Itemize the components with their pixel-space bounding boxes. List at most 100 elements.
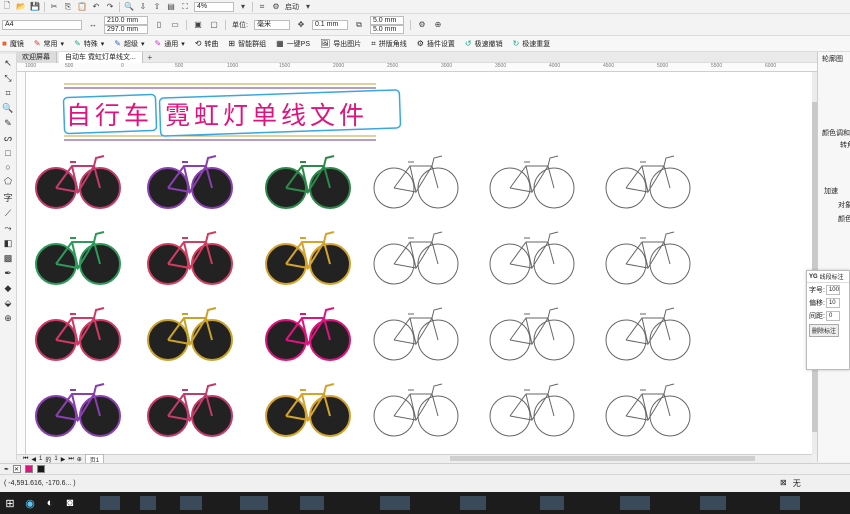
taskbar-app-icon[interactable]	[540, 496, 564, 510]
plugin-item-export[interactable]: 🖼 导出图片	[320, 39, 361, 49]
plugin-item-cropmark[interactable]: ⌗ 拼版角线	[371, 39, 407, 49]
copy-icon[interactable]: ⎘	[63, 1, 73, 12]
taskbar-app-icon[interactable]	[240, 496, 268, 510]
docker-header[interactable]: 轮廓图	[822, 54, 843, 64]
smart-fill-icon[interactable]: ⬙	[2, 298, 15, 309]
new-file-icon[interactable]: 🗋	[2, 1, 12, 12]
text-tool-icon[interactable]: 字	[2, 191, 15, 204]
shadow-tool-icon[interactable]: ◧	[2, 238, 15, 249]
tab-welcome[interactable]: 欢迎屏幕	[16, 51, 57, 63]
canvas-title[interactable]: 自行车 霓虹灯单线文件	[66, 96, 368, 132]
ruler-tick: 3500	[495, 63, 507, 69]
eyedropper-tool-icon[interactable]: ✒	[2, 268, 15, 279]
tab-document[interactable]: 自动车 霓虹灯单线文...	[59, 51, 143, 63]
page-width-field[interactable]: 210.0 mm	[104, 15, 148, 25]
shape-tool-icon[interactable]: ⤡	[2, 73, 15, 84]
export-icon[interactable]: ⇧	[152, 1, 162, 12]
plugin-item-fast-undo[interactable]: ↺ 极速撤销	[465, 39, 503, 49]
current-page-icon[interactable]: ▢	[209, 19, 219, 30]
taskbar-app-icon[interactable]	[140, 496, 156, 510]
plugin-item-settings[interactable]: ⚙ 插件设置	[417, 39, 455, 49]
first-page-icon[interactable]: ⏮	[23, 456, 28, 463]
delete-mark-button[interactable]: 删除标注	[809, 324, 840, 337]
duplicate-x-field[interactable]: 5.0 mm	[369, 15, 404, 25]
taskbar-app-icon[interactable]	[300, 496, 324, 510]
launch-label[interactable]: 启动	[285, 2, 299, 12]
next-page-icon[interactable]: ▶	[61, 456, 66, 463]
browser-icon[interactable]: ◉	[20, 492, 40, 514]
units-select[interactable]: 毫米	[253, 19, 290, 30]
page-settings-icon[interactable]: ⚙	[417, 19, 427, 30]
font-size-field[interactable]: 100	[825, 284, 840, 295]
transparency-tool-icon[interactable]: ▩	[2, 253, 15, 264]
crop-tool-icon[interactable]: ⌗	[2, 88, 15, 99]
taskbar-app-icon[interactable]	[180, 496, 202, 510]
chevron-down-icon[interactable]: ▾	[303, 1, 313, 12]
portrait-icon[interactable]: ▯	[154, 19, 164, 30]
duplicate-y-field[interactable]: 5.0 mm	[369, 24, 404, 34]
plugin-item-convert[interactable]: ⟲ 转曲	[195, 39, 219, 49]
app-icon[interactable]: ◐	[40, 492, 60, 514]
spacing-field[interactable]: 0	[825, 310, 840, 321]
taskbar-app-icon[interactable]	[780, 496, 800, 510]
add-page-icon[interactable]: ⊕	[433, 19, 443, 30]
windows-start-icon[interactable]: ⊞	[0, 492, 20, 514]
add-tab-icon[interactable]: +	[145, 52, 155, 63]
taskbar-app-icon[interactable]	[100, 496, 120, 510]
ellipse-tool-icon[interactable]: ○	[2, 162, 15, 172]
save-icon[interactable]: 💾	[30, 1, 40, 12]
color-swatch[interactable]	[37, 465, 46, 473]
add-page-icon[interactable]: ⊕	[77, 456, 82, 463]
artistic-media-icon[interactable]: ᔕ	[2, 133, 15, 144]
parallel-dimension-icon[interactable]: ⟋	[2, 208, 15, 219]
color-swatch[interactable]	[25, 465, 34, 473]
open-file-icon[interactable]: 📂	[16, 1, 26, 12]
plugin-item-super[interactable]: ✎ 超级 ▾	[114, 39, 144, 49]
paper-size-select[interactable]: A4	[2, 19, 82, 30]
pick-tool-icon[interactable]: ↖	[2, 58, 15, 69]
last-page-icon[interactable]: ⏭	[68, 456, 73, 463]
taskbar-app-icon[interactable]	[380, 496, 410, 510]
prev-page-icon[interactable]: ◀	[31, 456, 36, 463]
paste-icon[interactable]: 📋	[77, 1, 87, 12]
freehand-tool-icon[interactable]: ✎	[2, 118, 15, 129]
drawing-canvas[interactable]: 自行车 霓虹灯单线文件	[26, 72, 812, 454]
zoom-tool-icon[interactable]: 🔍	[2, 103, 15, 114]
taskbar-app-icon[interactable]	[620, 496, 650, 510]
panel-title-bar[interactable]: YG 线段标注	[807, 271, 849, 283]
plugin-item-mirror[interactable]: ■ 魔镜	[2, 39, 24, 49]
polygon-tool-icon[interactable]: ⬠	[2, 176, 15, 187]
add-tool-icon[interactable]: ⊕	[2, 313, 15, 324]
plugin-item-fast-redo[interactable]: ↻ 极速重复	[513, 39, 551, 49]
pdf-icon[interactable]: ▤	[166, 1, 176, 12]
plugin-item-group[interactable]: ⊞ 智能群组	[228, 39, 266, 49]
snap-icon[interactable]: ⌗	[257, 1, 267, 12]
horizontal-scrollbar[interactable]	[450, 456, 755, 461]
all-pages-icon[interactable]: ▣	[193, 19, 203, 30]
plugin-item-special[interactable]: ✎ 特殊 ▾	[74, 39, 104, 49]
offset-field[interactable]: 10	[825, 297, 840, 308]
plugin-item-general[interactable]: ✎ 通用 ▾	[155, 39, 185, 49]
options-icon[interactable]: ⚙	[271, 1, 281, 12]
connector-tool-icon[interactable]: ⤳	[2, 223, 15, 234]
taskbar-app-icon[interactable]	[460, 496, 486, 510]
page-height-field[interactable]: 297.0 mm	[104, 24, 148, 34]
zoom-level-field[interactable]: 4%	[194, 1, 234, 12]
cut-icon[interactable]: ✂	[49, 1, 59, 12]
search-icon[interactable]: 🔍	[124, 1, 134, 12]
chevron-down-icon[interactable]: ▾	[238, 1, 248, 12]
eyedropper-icon[interactable]: ✒	[4, 466, 9, 473]
camera-icon[interactable]: ◙	[60, 492, 80, 514]
plugin-item-common[interactable]: ✎ 常用 ▾	[34, 39, 64, 49]
nudge-field[interactable]: 0.1 mm	[311, 19, 348, 30]
zoom-full-icon[interactable]: ⛶	[180, 1, 190, 12]
interactive-fill-icon[interactable]: ◆	[2, 283, 15, 294]
undo-icon[interactable]: ↶	[91, 1, 101, 12]
taskbar-app-icon[interactable]	[700, 496, 726, 510]
redo-icon[interactable]: ↷	[105, 1, 115, 12]
rectangle-tool-icon[interactable]: □	[2, 148, 15, 158]
import-icon[interactable]: ⇩	[138, 1, 148, 12]
plugin-item-ps[interactable]: ▦ 一键PS	[276, 39, 310, 49]
landscape-icon[interactable]: ▭	[170, 19, 180, 30]
no-color-swatch[interactable]: ✕	[13, 465, 22, 473]
